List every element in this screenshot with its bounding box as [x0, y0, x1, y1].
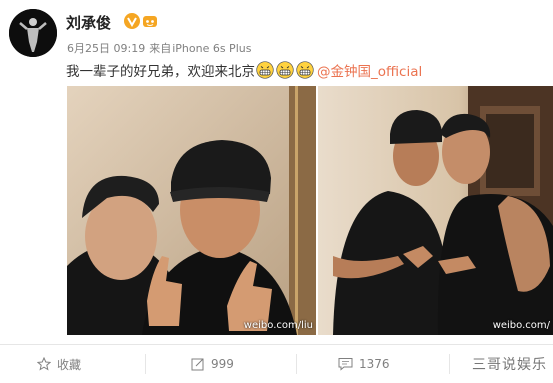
post-source-prefix: 来自 — [149, 42, 172, 55]
post-device[interactable]: iPhone 6s Plus — [172, 42, 251, 55]
comment-button[interactable]: 1376 — [338, 351, 390, 377]
post-body: 我一辈子的好兄弟，欢迎来北京 — [66, 64, 255, 80]
post-meta: 6月25日 09:19 来自iPhone 6s Plus — [67, 40, 255, 56]
mention-link[interactable]: @金钟国_official — [317, 60, 422, 80]
action-separator — [145, 354, 146, 374]
post-photo-right[interactable]: weibo.com/ — [318, 86, 553, 335]
post-text: 我一辈子的好兄弟，欢迎来北京 @金钟国_official — [66, 60, 422, 80]
username[interactable]: 刘承俊 — [66, 12, 111, 33]
photo-watermark: weibo.com/ — [492, 320, 550, 331]
favorite-button[interactable]: 收藏 — [37, 351, 81, 377]
action-separator — [449, 354, 450, 374]
post-date: 6月25日 09:19 — [67, 42, 146, 55]
grin-emoji-icon — [276, 61, 294, 79]
star-icon — [37, 357, 51, 371]
member-crown-icon — [143, 16, 157, 27]
repost-icon — [191, 358, 204, 371]
action-bar-divider — [0, 344, 553, 345]
action-separator — [296, 354, 297, 374]
favorite-label: 收藏 — [57, 357, 82, 372]
repost-button[interactable]: 999 — [191, 351, 234, 377]
avatar[interactable] — [9, 9, 57, 57]
comment-count: 1376 — [359, 357, 390, 371]
post-photo-left[interactable]: weibo.com/liu — [67, 86, 316, 335]
grin-emoji-icon — [256, 61, 274, 79]
photo-watermark: weibo.com/liu — [243, 320, 313, 331]
comment-icon — [338, 358, 353, 371]
grin-emoji-icon — [296, 61, 314, 79]
corner-watermark: 三哥说娱乐 — [472, 357, 547, 373]
repost-count: 999 — [211, 357, 234, 371]
verified-badge-icon — [124, 13, 140, 29]
